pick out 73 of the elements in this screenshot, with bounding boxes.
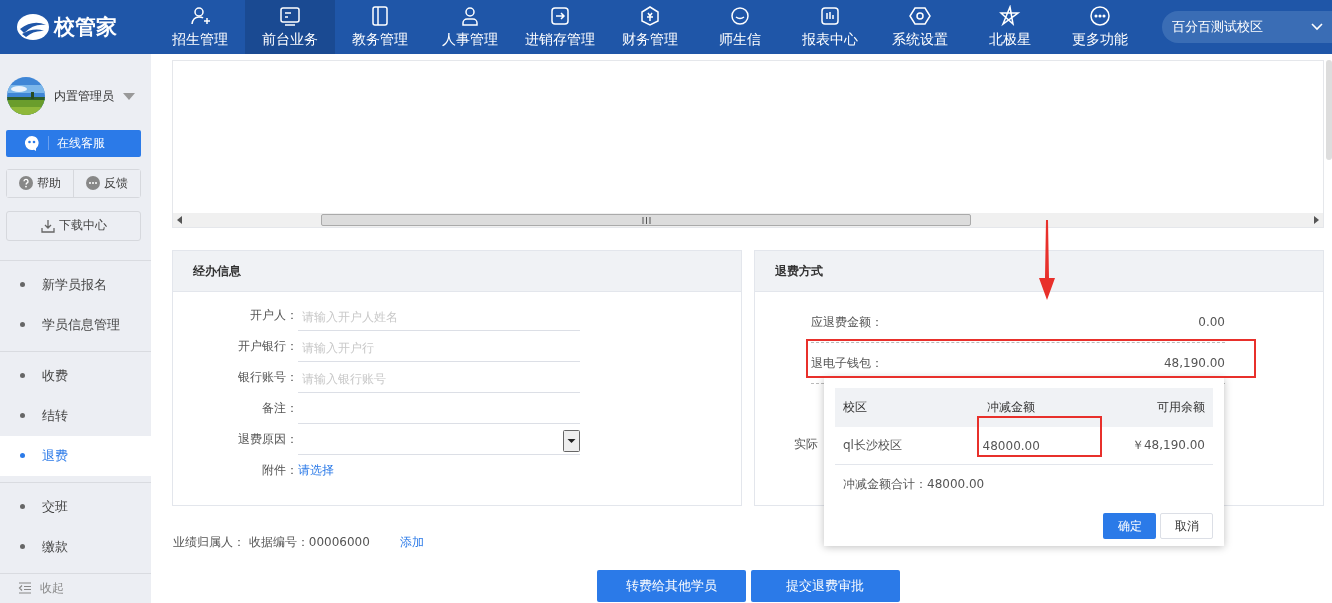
column-header: 冲减金额 bbox=[957, 388, 1065, 427]
sidebar-item[interactable]: 新学员报名 bbox=[0, 264, 151, 305]
star-icon bbox=[999, 5, 1021, 27]
choose-link[interactable]: 请选择 bbox=[298, 462, 334, 479]
nav-tab[interactable]: 师生信 bbox=[695, 0, 785, 54]
column-header: 可用余额 bbox=[1064, 388, 1213, 427]
chat-icon bbox=[86, 176, 100, 191]
table-cell[interactable]: 48000.00 bbox=[957, 427, 1065, 465]
amount-label: 实际 bbox=[794, 437, 818, 451]
nav-tab[interactable]: 北极星 bbox=[965, 0, 1055, 54]
caret-down-icon[interactable] bbox=[123, 92, 135, 100]
amount-label: 应退费金额： bbox=[811, 313, 883, 331]
field-label: 开户人： bbox=[249, 307, 298, 324]
sidebar-item[interactable]: 交班 bbox=[0, 486, 151, 527]
user-name[interactable]: 内置管理员 bbox=[54, 87, 114, 105]
sidebar-item[interactable]: 学员信息管理 bbox=[0, 304, 151, 345]
field-label: 备注： bbox=[261, 400, 298, 417]
more-icon bbox=[1089, 5, 1111, 27]
nav-tab[interactable]: 招生管理 bbox=[155, 0, 245, 54]
panel-title: 经办信息 bbox=[173, 251, 741, 292]
action-button[interactable]: 提交退费审批 bbox=[750, 570, 900, 602]
add-link[interactable]: 添加 bbox=[399, 534, 424, 551]
chevron-down-icon bbox=[1310, 22, 1324, 32]
nav-tab[interactable]: 报表中心 bbox=[785, 0, 875, 54]
action-button[interactable]: 转费给其他学员 bbox=[596, 570, 746, 602]
field-label: 开户银行： bbox=[237, 338, 298, 355]
download-icon bbox=[40, 218, 55, 233]
sidebar-item[interactable]: 退费 bbox=[0, 435, 151, 476]
gear-icon bbox=[909, 5, 931, 27]
campus-selector[interactable]: 百分百测试校区 bbox=[1162, 11, 1332, 43]
amount-label: 退电子钱包： bbox=[811, 354, 883, 372]
chat-face-icon bbox=[24, 135, 40, 152]
sidebar-item[interactable]: 收费 bbox=[0, 355, 151, 396]
book-icon bbox=[369, 5, 391, 27]
table-cell: ql长沙校区 bbox=[835, 427, 958, 465]
amount-value: 48,190.00 bbox=[1163, 356, 1225, 370]
column-header: 校区 bbox=[835, 388, 958, 427]
monitor-icon bbox=[279, 5, 301, 27]
vertical-scrollbar[interactable] bbox=[1326, 60, 1332, 160]
dropdown-field[interactable] bbox=[298, 427, 580, 455]
sidebar-item[interactable]: 缴款 bbox=[0, 526, 151, 567]
scroll-right-icon[interactable] bbox=[1313, 216, 1319, 224]
confirm-button[interactable]: 确定 bbox=[1103, 513, 1156, 539]
help-icon bbox=[19, 176, 33, 191]
online-service-button[interactable]: 在线客服 bbox=[6, 130, 141, 157]
person-icon bbox=[459, 5, 481, 27]
sidebar-item[interactable]: 结转 bbox=[0, 395, 151, 436]
nav-tab[interactable]: 财务管理 bbox=[605, 0, 695, 54]
field-label: 银行账号： bbox=[237, 369, 298, 386]
table-cell: ￥48,190.00 bbox=[1064, 427, 1213, 465]
nav-tab[interactable]: 前台业务 bbox=[245, 0, 335, 54]
download-center-button[interactable]: 下载中心 bbox=[6, 211, 141, 241]
nav-tab[interactable]: 系统设置 bbox=[875, 0, 965, 54]
logo-icon bbox=[16, 13, 50, 41]
horizontal-scrollbar[interactable] bbox=[173, 213, 1323, 227]
collapse-icon bbox=[18, 582, 32, 595]
person-add-icon bbox=[189, 5, 211, 27]
nav-tab[interactable]: 教务管理 bbox=[335, 0, 425, 54]
nav-tab[interactable]: 人事管理 bbox=[425, 0, 515, 54]
nav-tab[interactable]: 进销存管理 bbox=[515, 0, 605, 54]
amount-value: 0.00 bbox=[1198, 315, 1225, 329]
feedback-button[interactable]: 反馈 bbox=[73, 169, 140, 197]
field-label: 附件： bbox=[261, 462, 298, 479]
receipt-info: 业绩归属人： 收据编号：00006000 bbox=[173, 534, 370, 551]
field-label: 退费原因： bbox=[237, 431, 298, 448]
total-text: 冲减金额合计：48000.00 bbox=[842, 476, 986, 493]
scroll-left-icon[interactable] bbox=[177, 216, 183, 224]
nav-tab[interactable]: 更多功能 bbox=[1055, 0, 1145, 54]
panel-title: 退费方式 bbox=[755, 251, 1323, 292]
logo-text: 校管家 bbox=[54, 14, 117, 41]
grip-icon bbox=[641, 216, 651, 224]
cancel-button[interactable]: 取消 bbox=[1160, 513, 1213, 539]
chart-icon bbox=[819, 5, 841, 27]
